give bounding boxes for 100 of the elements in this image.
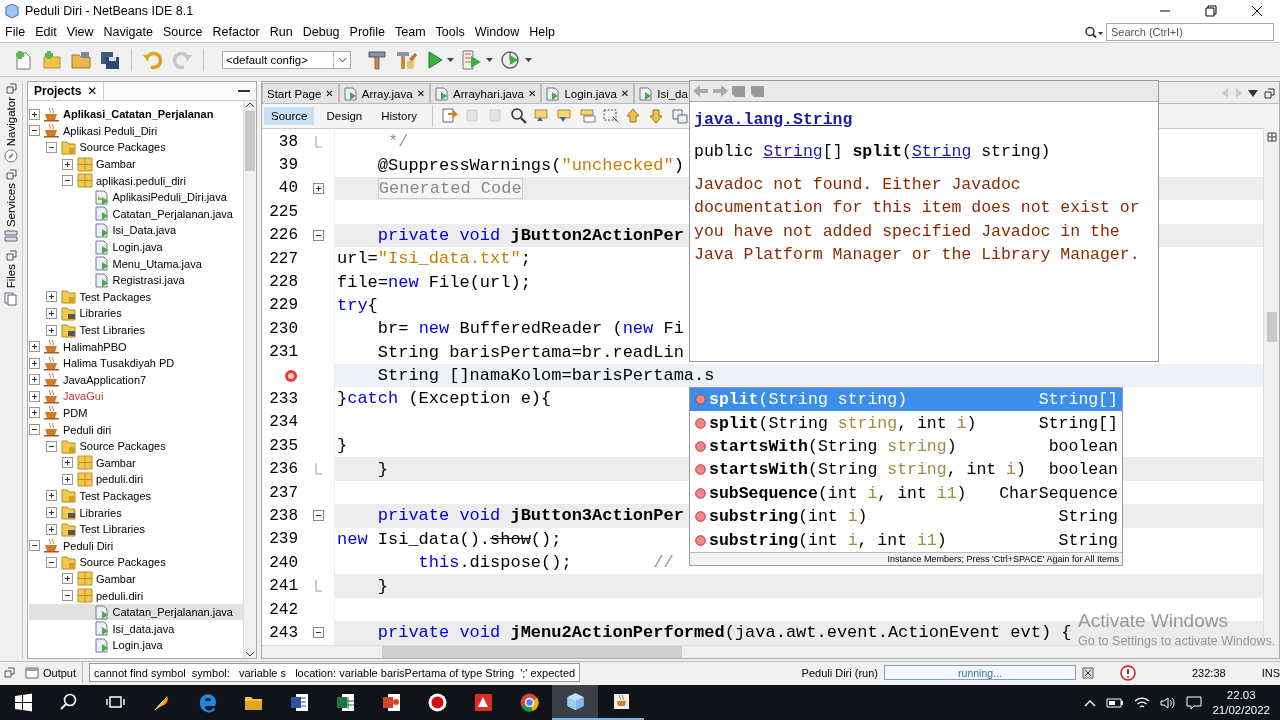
scroll-thumb[interactable] bbox=[382, 646, 682, 658]
tree-item[interactable]: Catatan_Perjalanan.java bbox=[29, 205, 243, 223]
expand-toggle[interactable] bbox=[312, 182, 324, 194]
editor-tab[interactable]: Array.java ✕ bbox=[338, 83, 431, 103]
collapse-toggle[interactable] bbox=[312, 229, 324, 241]
expand-toggle[interactable] bbox=[29, 407, 40, 419]
completion-item[interactable]: subSequence(int i, int i1) CharSequence bbox=[690, 481, 1122, 505]
wifi-icon[interactable] bbox=[1134, 695, 1151, 710]
collapse-toggle[interactable] bbox=[45, 556, 57, 568]
menu-item[interactable]: Run bbox=[264, 25, 298, 39]
completion-item[interactable]: substring(int i) String bbox=[690, 504, 1122, 529]
collapse-toggle[interactable] bbox=[312, 627, 324, 639]
hammer-icon[interactable] bbox=[366, 48, 388, 71]
dropdown-icon[interactable] bbox=[1248, 89, 1258, 97]
completion-item[interactable]: startsWith(String string) boolean bbox=[690, 434, 1122, 459]
class-link[interactable]: java.lang.String bbox=[694, 110, 853, 129]
run-icon[interactable] bbox=[426, 48, 444, 71]
tree-item[interactable]: Libraries bbox=[29, 305, 243, 322]
tree-item[interactable]: Test Libraries bbox=[29, 321, 243, 339]
collapse-toggle[interactable] bbox=[29, 540, 40, 552]
scroll-thumb[interactable] bbox=[245, 111, 255, 171]
volume-icon[interactable] bbox=[1160, 695, 1177, 710]
editor-tab[interactable]: Arrayhari.java ✕ bbox=[430, 83, 542, 103]
expand-toggle[interactable] bbox=[45, 324, 57, 336]
menu-item[interactable]: Team bbox=[390, 25, 431, 39]
side-tab[interactable]: Files bbox=[5, 264, 17, 289]
output-tab[interactable]: Output bbox=[21, 662, 84, 683]
close-icon[interactable]: ✕ bbox=[416, 88, 426, 99]
search-field[interactable]: Search (Ctrl+I) bbox=[1106, 23, 1274, 41]
search-icon[interactable] bbox=[510, 107, 529, 125]
start-icon[interactable] bbox=[12, 692, 34, 713]
window-icon[interactable] bbox=[5, 83, 17, 94]
expand-toggle[interactable] bbox=[29, 108, 40, 120]
tree-item[interactable]: Catatan_Perjalanan.java bbox=[29, 603, 243, 621]
caret-icon[interactable] bbox=[486, 56, 493, 63]
running-project[interactable]: Peduli Diri (run) bbox=[801, 666, 878, 679]
tree-item[interactable]: AplikasiPeduli_Diri.java bbox=[29, 188, 243, 206]
expand-toggle[interactable] bbox=[29, 390, 40, 402]
expand-toggle[interactable] bbox=[45, 523, 57, 535]
collapse-toggle[interactable] bbox=[45, 142, 57, 153]
word-document-icon[interactable] bbox=[288, 692, 310, 713]
close-icon[interactable]: ✕ bbox=[620, 88, 630, 99]
completion-item[interactable]: startsWith(String string, int i) boolean bbox=[690, 458, 1122, 482]
expand-toggle[interactable] bbox=[29, 357, 40, 369]
scroll-thumb[interactable] bbox=[1266, 312, 1277, 342]
tree-item[interactable]: aplikasi.peduli_diri bbox=[29, 172, 243, 189]
window-icon[interactable] bbox=[5, 169, 17, 181]
notification-icon[interactable] bbox=[1186, 695, 1203, 710]
tree-item[interactable]: Aplikasi Peduli_Diri bbox=[29, 122, 243, 140]
tree-item[interactable]: Test Packages bbox=[29, 288, 243, 306]
tree-item[interactable]: Source Packages bbox=[29, 554, 243, 571]
view-tab[interactable]: Source bbox=[264, 107, 315, 125]
collapse-toggle[interactable] bbox=[29, 424, 40, 436]
side-tab[interactable]: Navigator bbox=[5, 97, 17, 147]
expand-toggle[interactable] bbox=[45, 507, 57, 519]
expand-toggle[interactable] bbox=[62, 158, 73, 170]
completion-item[interactable]: substring(int i, int i1) String bbox=[690, 528, 1122, 552]
expand-toggle[interactable] bbox=[62, 473, 73, 485]
tree-item[interactable]: Gambar bbox=[29, 570, 243, 588]
view-tab[interactable]: Design bbox=[319, 107, 370, 125]
config-dropdown[interactable]: <default config> bbox=[222, 50, 351, 69]
chevron-down-icon[interactable] bbox=[337, 56, 347, 63]
menu-item[interactable]: Refactor bbox=[207, 25, 265, 39]
tree-item[interactable]: Source Packages bbox=[29, 437, 243, 455]
error-icon[interactable] bbox=[284, 368, 298, 383]
tree-item[interactable]: Gambar bbox=[29, 155, 243, 173]
expand-toggle[interactable] bbox=[62, 573, 73, 585]
tree-item[interactable]: JavaApplication7 bbox=[29, 371, 243, 389]
tree-item[interactable]: Test Packages bbox=[29, 487, 243, 505]
marker-icon[interactable] bbox=[579, 107, 598, 125]
tree-item[interactable]: Menu_Utama.java bbox=[29, 255, 243, 272]
app-icon[interactable] bbox=[472, 692, 494, 713]
collapse-toggle[interactable] bbox=[62, 175, 73, 187]
collapse-toggle[interactable] bbox=[45, 440, 57, 452]
menu-item[interactable]: Edit bbox=[30, 25, 62, 39]
type-link[interactable]: String bbox=[911, 142, 972, 161]
menu-item[interactable]: File bbox=[0, 25, 31, 39]
tree-item[interactable]: Peduli Diri bbox=[29, 537, 243, 555]
tree-item[interactable]: PDM bbox=[29, 404, 243, 422]
tree-item[interactable]: Gambar bbox=[29, 454, 243, 472]
scroll-up-icon[interactable] bbox=[245, 101, 255, 109]
menu-item[interactable]: Tools bbox=[430, 25, 470, 39]
menu-item[interactable]: Navigate bbox=[98, 25, 158, 39]
tree-item[interactable]: Libraries bbox=[29, 504, 243, 521]
close-icon[interactable]: ✕ bbox=[87, 84, 98, 98]
collapse-toggle[interactable] bbox=[62, 590, 73, 601]
caret-icon[interactable] bbox=[525, 56, 532, 63]
tree-item[interactable]: Isi_Data.java bbox=[29, 222, 243, 239]
presentation-icon[interactable] bbox=[380, 692, 402, 713]
window-icon[interactable] bbox=[5, 250, 17, 262]
collapse-toggle[interactable] bbox=[312, 510, 324, 522]
tree-item[interactable]: Isi_data.java bbox=[29, 620, 243, 637]
tree-item[interactable]: peduli.diri bbox=[29, 587, 243, 604]
dashed-rectangle-icon[interactable] bbox=[602, 107, 621, 125]
cancel-icon[interactable] bbox=[1082, 666, 1094, 679]
menu-item[interactable]: Profile bbox=[344, 25, 390, 39]
menu-item[interactable]: Help bbox=[524, 25, 560, 39]
alert-icon[interactable] bbox=[1120, 664, 1136, 681]
bookmark-icon[interactable] bbox=[671, 107, 690, 125]
profile-icon[interactable] bbox=[500, 48, 522, 71]
